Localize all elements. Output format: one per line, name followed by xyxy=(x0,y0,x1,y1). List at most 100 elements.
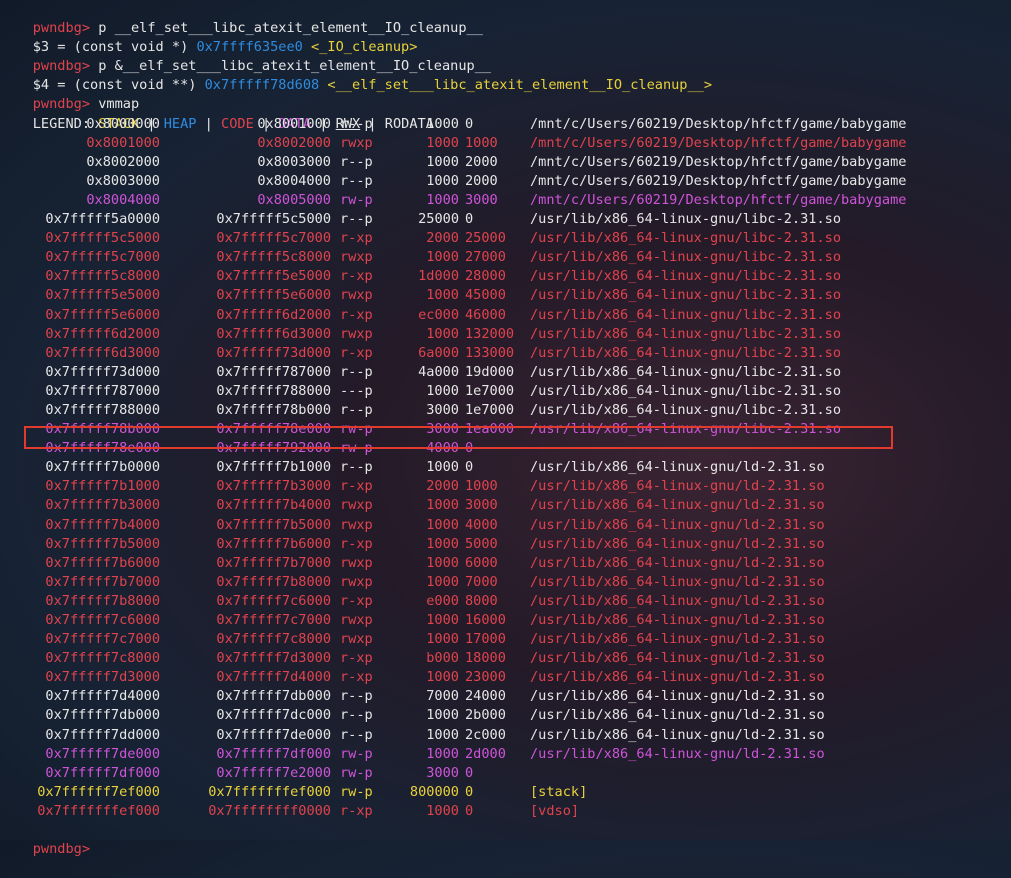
region-size: 1000 xyxy=(426,707,459,724)
region-end: 0x7fffff7c7000 xyxy=(216,612,331,628)
region-start: 0x7fffff5c7000 xyxy=(45,249,160,266)
region-offset: 2d000 xyxy=(465,745,506,762)
vmmap-row: 0x7fffff7de000 0x7fffff7df000 rw-p 1000 2d00… xyxy=(0,745,1011,764)
region-objfile: /usr/lib/x86_64-linux-gnu/libc-2.31.so xyxy=(530,230,841,247)
region-perms: r-xp xyxy=(340,230,373,247)
vmmap-row: 0x8004000 0x8005000 rw-p 1000 3000/mnt/c/Use… xyxy=(0,191,1011,210)
region-end: 0x8001000 xyxy=(257,115,331,132)
region-size: 1000 xyxy=(426,612,459,628)
region-size: 1000 xyxy=(426,325,459,342)
region-end: 0x7fffff7b6000 xyxy=(216,535,331,552)
region-perms: r-xp xyxy=(340,344,373,361)
vmmap-row: 0x7fffff6d2000 0x7fffff6d3000 rwxp 1000 1320… xyxy=(0,325,1011,344)
vmmap-row: 0x7fffff7b5000 0x7fffff7b6000 r-xp 1000 5000… xyxy=(0,535,1011,554)
region-size: 1000 xyxy=(426,115,459,132)
region-end: 0x7fffff6d3000 xyxy=(216,325,331,342)
region-start: 0x7fffff78e000 xyxy=(45,440,160,457)
region-size: e000 xyxy=(426,592,459,609)
final-prompt-line[interactable]: pwndbg> xyxy=(0,821,1011,857)
region-size: 1000 xyxy=(426,382,459,399)
region-perms: r--p xyxy=(340,153,373,170)
region-end: 0x8005000 xyxy=(257,191,331,208)
region-start: 0x7fffff7b0000 xyxy=(45,459,160,476)
region-perms: r-xp xyxy=(340,650,373,667)
region-perms: r--p xyxy=(340,459,373,476)
region-end: 0x7ffffffff0000 xyxy=(208,802,331,819)
region-start: 0x7fffff788000 xyxy=(45,401,160,418)
vmmap-row: 0x7fffff7d4000 0x7fffff7db000 r--p 7000 2400… xyxy=(0,687,1011,706)
region-size: 1000 xyxy=(426,459,459,476)
region-perms: rwxp xyxy=(340,516,373,533)
region-end: 0x7fffff7de000 xyxy=(216,726,331,743)
region-objfile: /mnt/c/Users/60219/Desktop/hfctf/game/ba… xyxy=(530,134,907,151)
region-perms: rw-p xyxy=(340,764,373,781)
vmmap-row: 0x7fffff7b0000 0x7fffff7b1000 r--p 1000 0/us… xyxy=(0,458,1011,477)
region-start: 0x7fffff5c8000 xyxy=(45,268,160,285)
region-objfile: /usr/lib/x86_64-linux-gnu/libc-2.31.so xyxy=(530,268,841,285)
region-end: 0x7fffff7dc000 xyxy=(216,707,331,724)
region-offset: 4000 xyxy=(465,516,498,533)
region-perms: rwxp xyxy=(340,497,373,514)
region-perms: rwxp xyxy=(340,612,373,628)
region-size: 1000 xyxy=(426,172,459,189)
region-start: 0x7fffff5c5000 xyxy=(45,230,160,247)
command-line-2: pwndbg> p &__elf_set___libc_atexit_eleme… xyxy=(0,38,1011,74)
region-size: 2000 xyxy=(426,478,459,495)
region-offset: 46000 xyxy=(465,306,506,323)
region-end: 0x8004000 xyxy=(257,172,331,189)
region-start: 0x7fffff7dd000 xyxy=(45,726,160,743)
region-end: 0x7fffff787000 xyxy=(216,363,331,380)
region-size: 1000 xyxy=(426,516,459,533)
vmmap-row: 0x7fffff7c8000 0x7fffff7d3000 r-xp b000 1800… xyxy=(0,649,1011,668)
region-objfile: /usr/lib/x86_64-linux-gnu/libc-2.31.so xyxy=(530,363,841,380)
region-start: 0x7fffff7d3000 xyxy=(45,669,160,686)
region-perms: rw-p xyxy=(340,783,373,800)
region-end: 0x7fffff788000 xyxy=(216,382,331,399)
region-objfile: /mnt/c/Users/60219/Desktop/hfctf/game/ba… xyxy=(530,172,907,189)
region-offset: 2c000 xyxy=(465,726,506,743)
vmmap-row: 0x7fffff787000 0x7fffff788000 ---p 1000 1e70… xyxy=(0,382,1011,401)
region-perms: r-xp xyxy=(340,802,373,819)
region-objfile: /mnt/c/Users/60219/Desktop/hfctf/game/ba… xyxy=(530,191,907,208)
region-offset: 2000 xyxy=(465,172,498,189)
region-objfile: /usr/lib/x86_64-linux-gnu/libc-2.31.so xyxy=(530,421,841,438)
region-perms: rw-p xyxy=(340,421,373,438)
region-offset: 0 xyxy=(465,802,474,819)
region-offset: 2000 xyxy=(465,153,498,170)
region-start: 0x8002000 xyxy=(86,153,160,170)
vmmap-row: 0x7fffff7d3000 0x7fffff7d4000 r-xp 1000 2300… xyxy=(0,668,1011,687)
vmmap-row: 0x7fffff7b7000 0x7fffff7b8000 rwxp 1000 7000… xyxy=(0,573,1011,592)
region-start: 0x7fffff7df000 xyxy=(45,764,160,781)
region-start: 0x7fffff73d000 xyxy=(45,363,160,380)
region-offset: 3000 xyxy=(465,191,498,208)
region-objfile: /usr/lib/x86_64-linux-gnu/ld-2.31.so xyxy=(530,573,825,590)
terminal-window[interactable]: pwndbg> p __elf_set___libc_atexit_elemen… xyxy=(0,0,1011,857)
region-start: 0x7fffff6d2000 xyxy=(45,325,160,342)
region-offset: 0 xyxy=(465,115,474,132)
region-start: 0x7fffff7b8000 xyxy=(45,592,160,609)
vmmap-row: 0x7fffff7b3000 0x7fffff7b4000 rwxp 1000 3000… xyxy=(0,496,1011,515)
region-offset: 16000 xyxy=(465,612,506,628)
vmmap-row: 0x7fffff7b8000 0x7fffff7c6000 r-xp e000 8000… xyxy=(0,592,1011,611)
region-offset: 3000 xyxy=(465,497,498,514)
region-size: 3000 xyxy=(426,421,459,438)
region-end: 0x7fffff7b7000 xyxy=(216,554,331,571)
region-start: 0x7fffff7db000 xyxy=(45,707,160,724)
region-size: 3000 xyxy=(426,401,459,418)
region-offset: 1000 xyxy=(465,478,498,495)
region-offset: 19d000 xyxy=(465,363,515,380)
region-end: 0x7fffff5e6000 xyxy=(216,287,331,304)
region-start: 0x7fffff7c6000 xyxy=(45,612,160,628)
region-start: 0x7fffff7b3000 xyxy=(45,497,160,514)
region-objfile: /usr/lib/x86_64-linux-gnu/libc-2.31.so xyxy=(530,401,841,418)
region-size: 1000 xyxy=(426,745,459,762)
region-offset: 28000 xyxy=(465,268,506,285)
region-end: 0x7fffff7c6000 xyxy=(216,592,331,609)
vmmap-row: 0x8000000 0x8001000 r--p 1000 0/mnt/c/Users/… xyxy=(0,115,1011,134)
region-size: 3000 xyxy=(426,764,459,781)
region-size: 4a000 xyxy=(418,363,459,380)
region-start: 0x7fffff7b4000 xyxy=(45,516,160,533)
region-size: 1000 xyxy=(426,153,459,170)
region-offset: 0 xyxy=(465,783,474,800)
region-perms: rwxp xyxy=(340,249,373,266)
